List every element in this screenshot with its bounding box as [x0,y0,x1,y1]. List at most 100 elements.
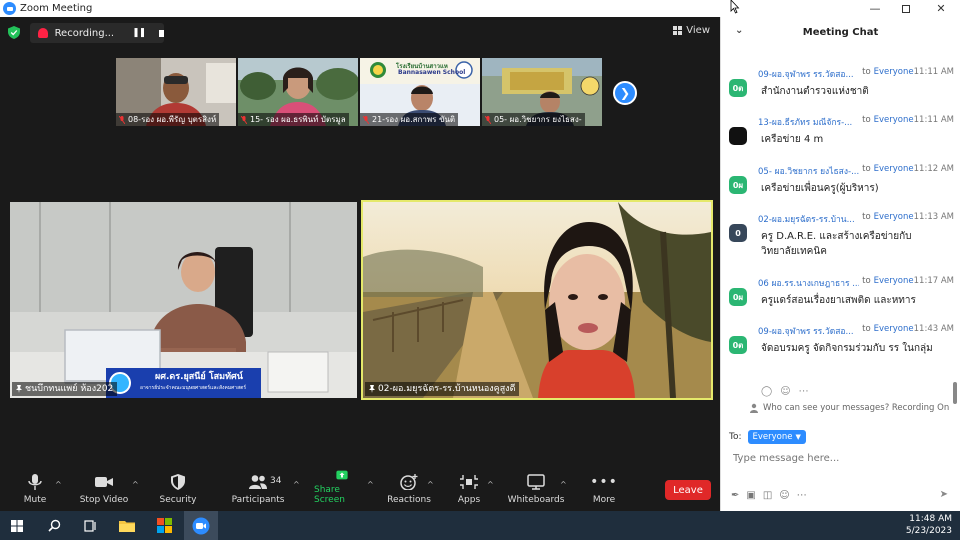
security-button[interactable]: Security [158,470,198,511]
message-sender[interactable]: 09-ผอ.จุฬาพร รร.วัดสอ... [758,67,859,81]
emoji-icon[interactable]: ☺ [779,490,789,501]
video-camera-icon [95,477,113,487]
message-text: ครู D.A.R.E. และสร้างเครือข่ายกับวิทยาลั… [761,231,912,257]
close-button[interactable]: ✕ [926,0,956,17]
next-page-button[interactable]: ❯ [613,81,637,105]
participant-video-right[interactable]: 02-ผอ.มยุรฉัตร-รร.บ้านหนองคูสูงดี [361,200,713,400]
chevron-down-icon[interactable]: ⌄ [735,25,743,36]
recipient-select[interactable]: Everyone ▼ [747,430,806,444]
chat-title: Meeting Chat [802,26,879,38]
leave-button[interactable]: Leave [665,480,711,500]
smiley-icon [400,474,418,490]
recording-cloud-icon [38,28,48,38]
whiteboard-icon [527,474,545,490]
more-options-icon[interactable]: ⋯ [797,490,807,501]
mic-muted-icon [363,115,369,124]
participant-name-tag: 05- ผอ.วิชยากร ยงไธสง- [482,113,585,126]
participant-thumbnail[interactable]: โรงเรียนบ้านสาวแห Bannasawen School 21-ร… [360,58,480,126]
recipient-row: To: Everyone ▼ [729,430,806,444]
participants-options-caret[interactable]: ^ [293,480,300,489]
lower-third-subtitle: อาจารย์ประจำคณะมนุษยศาสตร์และสังคมศาสตร์ [140,385,247,391]
more-options-icon[interactable]: ⋯ [799,386,809,397]
message-text: เครือข่าย 4 m [761,134,824,145]
school-banner-line2: Bannasawen School [398,69,466,76]
screenshot-icon[interactable]: ▣ [746,490,755,501]
minimize-button[interactable]: — [860,0,890,17]
chevron-down-icon: ▼ [795,433,801,441]
participant-thumbnail[interactable]: 15- รอง ผอ.ธรพินท์ บัตรมูล [238,58,358,126]
participant-name: 02-ผอ.มยุรฉัตร-รร.บ้านหนองคูสูงดี [378,384,516,394]
zoom-taskbar-button[interactable] [184,511,218,540]
start-button[interactable] [0,511,34,540]
encryption-shield-icon [8,26,20,39]
maximize-button[interactable] [891,0,921,17]
participants-icon [249,475,267,489]
more-button[interactable]: ••• More [590,470,618,511]
participant-video [363,202,711,398]
send-icon[interactable]: ➤ [940,489,948,500]
chat-panel: ⌄ Meeting Chat 0ต 09-ผอ.จุฬาพร รร.วัดสอ.… [720,17,960,511]
stop-video-button[interactable]: Stop Video [78,470,130,511]
view-button[interactable]: View [673,25,710,36]
message-time: 11:12 AM [913,164,954,174]
participant-thumbnail[interactable]: 08-รอง ผอ.พีรัญ บุตรสิงห์ [116,58,236,126]
participant-name-tag: 08-รอง ผอ.พีรัญ บุตรสิงห์ [116,113,220,126]
shield-icon [171,474,185,490]
share-screen-button[interactable]: Share Screen [314,470,370,511]
zoom-logo-icon [3,2,16,15]
audio-options-caret[interactable]: ^ [55,480,62,489]
participant-name: 21-รอง ผอ.สกาพร ขันติ [372,115,456,124]
participant-name-tag: 15- รอง ผอ.ธรพินท์ บัตรมูล [238,113,349,126]
message-sender[interactable]: 05- ผอ.วิชยากร ยงไธสง-... [758,164,859,178]
folder-icon [119,521,135,532]
mic-muted-icon [241,115,247,124]
system-clock[interactable]: 11:48 AM 5/23/2023 [906,513,952,537]
file-explorer-button[interactable] [110,511,144,540]
reactions-options-caret[interactable]: ^ [427,480,434,489]
app-tiles-icon [156,518,172,533]
mute-button[interactable]: Mute [18,470,52,511]
window-title: Zoom Meeting [20,3,93,14]
message-sender[interactable]: 13-ผอ.ธีรภัทร มณีจักร-... [758,115,859,129]
microphone-icon [28,474,42,490]
message-time: 11:11 AM [913,115,954,125]
message-actions: ◯ ☺ ⋯ [761,386,809,397]
participants-count: 34 [270,476,282,486]
video-options-caret[interactable]: ^ [132,480,139,489]
pin-icon [16,385,22,393]
message-text: จัดอบรมครู จัดกิจกรมร่วมกับ รร ในกลุ่ม [761,343,933,354]
add-reaction-icon[interactable]: ☺ [780,386,790,397]
message-sender[interactable]: 09-ผอ.จุฬาพร รร.วัดสอ... [758,324,859,338]
format-text-icon[interactable]: ✒ [731,490,739,501]
chat-message-input[interactable] [733,453,943,464]
apps-options-caret[interactable]: ^ [487,480,494,489]
meeting-toolbar: Mute ^ Stop Video ^ Security Participant… [0,470,720,511]
task-view-button[interactable] [73,511,107,540]
whiteboards-options-caret[interactable]: ^ [560,480,567,489]
store-app-button[interactable] [147,511,181,540]
participant-name-tag: 02-ผอ.มยุรฉัตร-รร.บ้านหนองคูสูงดี [365,382,520,396]
person-icon [750,403,758,413]
apps-button[interactable]: Apps [454,470,484,511]
who-can-see-notice[interactable]: Who can see your messages? Recording On [749,403,949,413]
whiteboards-button[interactable]: Whiteboards [507,470,565,511]
chat-scrollbar[interactable] [953,382,957,404]
message-time: 11:17 AM [913,276,954,286]
search-button[interactable] [37,511,71,540]
stop-recording-button[interactable] [159,29,164,37]
file-icon[interactable]: ◫ [763,490,772,501]
reply-icon[interactable]: ◯ [761,386,772,397]
participant-video-left[interactable]: ผศ.ดร.ยุสนีย์ โสมทัศน์ อาจารย์ประจำคณะมน… [10,202,357,398]
share-options-caret[interactable]: ^ [367,480,374,489]
mouse-cursor-icon [730,0,740,14]
more-dots-icon: ••• [590,474,618,490]
message-sender[interactable]: 02-ผอ.มยุรฉัตร-รร.บ้าน... [758,212,859,226]
pause-recording-button[interactable]: ❚❚ [132,28,146,38]
participant-thumbnail[interactable]: 05- ผอ.วิชยากร ยงไธสง- [482,58,602,126]
apps-icon [460,475,478,489]
reactions-button[interactable]: Reactions [387,470,431,511]
title-bar: Zoom Meeting [0,0,960,17]
windows-taskbar: 11:48 AM 5/23/2023 [0,511,960,540]
message-sender[interactable]: 06 ผอ.รร.นางเกษฎาธาร ... [758,276,859,290]
recording-indicator: Recording... ❚❚ [30,23,164,43]
